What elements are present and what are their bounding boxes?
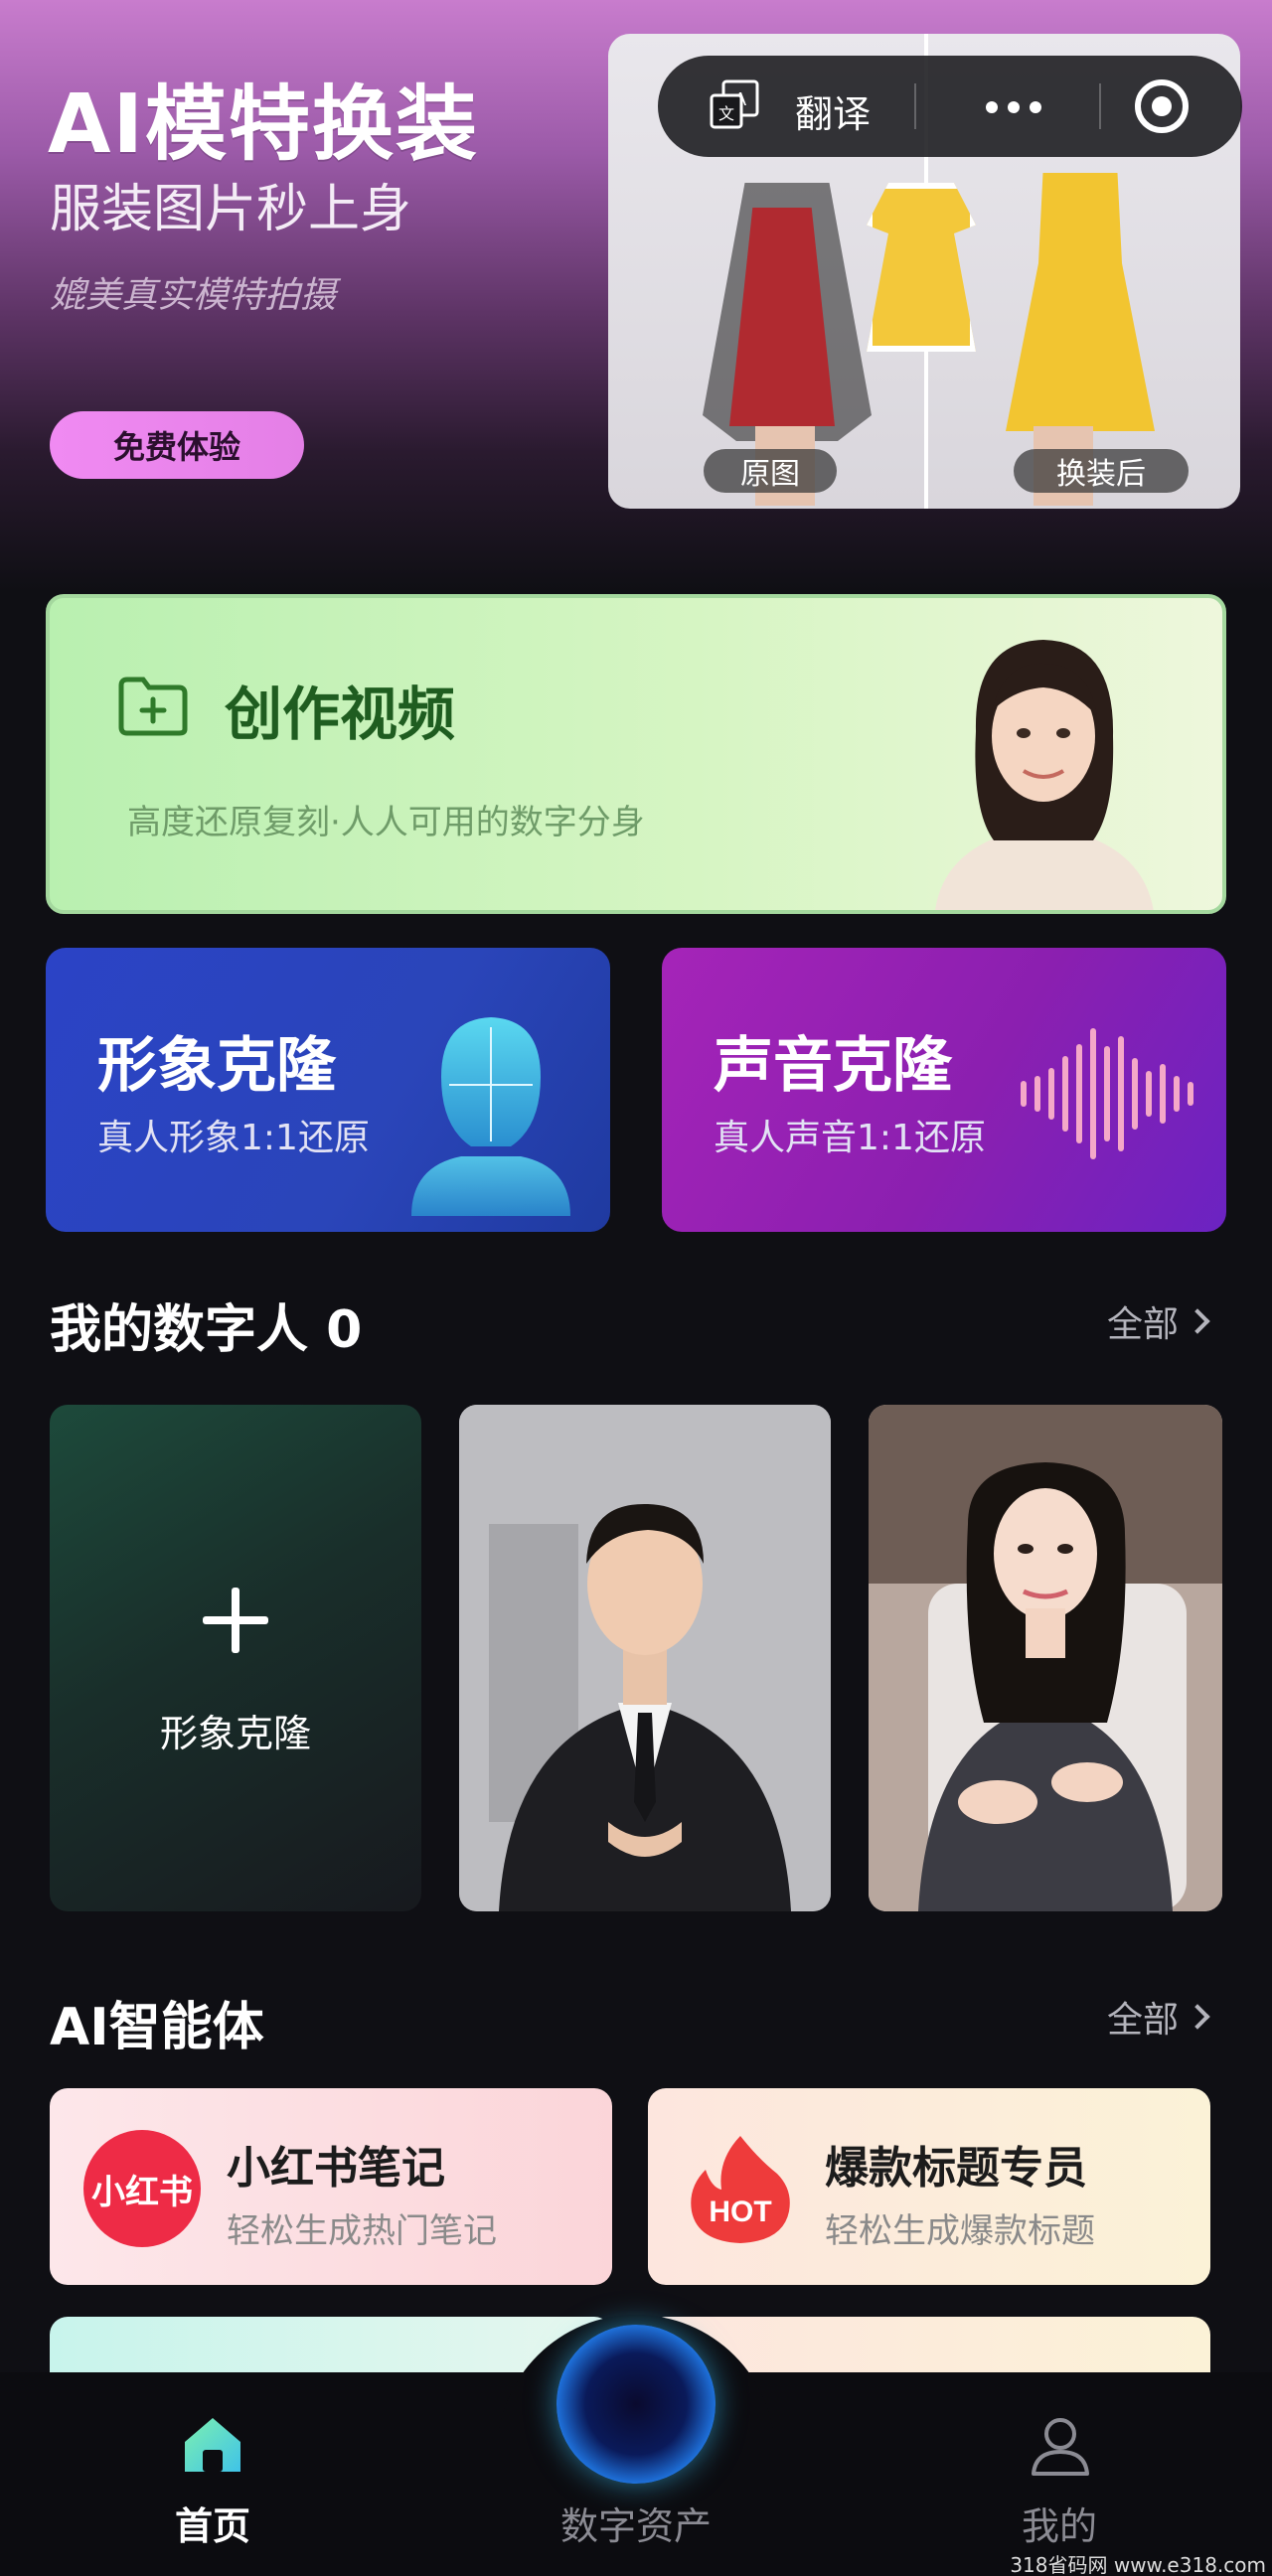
create-video-title: 创作视频	[225, 681, 456, 748]
digital-humans-view-all[interactable]: 全部	[1106, 1295, 1210, 1347]
man-in-suit-image	[459, 1405, 831, 1911]
hero-subtitle: 服装图片秒上身	[50, 180, 412, 239]
agent-title: 爆款标题专员	[825, 2143, 1087, 2194]
image-clone-card[interactable]: 形象克隆 真人形象1:1还原	[46, 948, 610, 1232]
target-circle-icon[interactable]	[1135, 79, 1189, 133]
voice-clone-card[interactable]: 声音克隆 真人声音1:1还原	[662, 948, 1226, 1232]
after-label: 换装后	[1014, 449, 1189, 493]
head-icon	[411, 1017, 570, 1216]
translate-icon[interactable]: A 文	[708, 77, 763, 133]
woman-livestream-image	[869, 1405, 1222, 1911]
view-all-label: 全部	[1106, 1304, 1179, 1345]
hot-logo-text: HOT	[709, 2196, 771, 2228]
agent-description: 轻松生成热门笔记	[227, 2211, 497, 2251]
digital-human-template-woman[interactable]	[869, 1405, 1222, 1911]
free-trial-button[interactable]: 免费体验	[50, 411, 304, 479]
capsule-separator	[1099, 83, 1101, 129]
agent-card-xiaohongshu[interactable]: 小红书 小红书笔记 轻松生成热门笔记	[50, 2088, 612, 2285]
nav-assets-label: 数字资产	[559, 2504, 712, 2548]
agent-description: 轻松生成爆款标题	[825, 2211, 1095, 2251]
plus-icon	[199, 1584, 272, 1657]
chevron-right-icon	[1185, 2004, 1210, 2030]
before-label: 原图	[704, 449, 837, 493]
folder-plus-icon	[118, 677, 188, 736]
voice-clone-description: 真人声音1:1还原	[714, 1118, 986, 1158]
translate-label[interactable]: 翻译	[795, 83, 871, 138]
more-dots-icon[interactable]	[986, 101, 1041, 113]
agent-title: 小红书笔记	[227, 2143, 445, 2194]
xiaohongshu-logo-icon: 小红书	[83, 2130, 201, 2247]
after-outfit-dress	[1006, 173, 1155, 431]
garment-cutout	[867, 183, 976, 352]
image-clone-title: 形象克隆	[97, 1031, 336, 1101]
svg-text:文: 文	[718, 104, 734, 123]
chevron-right-icon	[1185, 1308, 1210, 1334]
voice-clone-title: 声音克隆	[714, 1031, 952, 1101]
create-video-description: 高度还原复刻·人人可用的数字分身	[127, 803, 645, 842]
agent-card-hot-title[interactable]: HOT 爆款标题专员 轻松生成爆款标题	[648, 2088, 1210, 2285]
image-clone-description: 真人形象1:1还原	[97, 1118, 370, 1158]
create-video-banner[interactable]: 创作视频 高度还原复刻·人人可用的数字分身	[46, 594, 1226, 914]
orb-icon[interactable]	[556, 2325, 716, 2484]
ai-agents-view-all[interactable]: 全部	[1106, 1991, 1210, 2043]
sound-wave-icon	[1021, 1028, 1193, 1159]
view-all-label: 全部	[1106, 2000, 1179, 2041]
nav-home-label: 首页	[174, 2504, 250, 2548]
add-digital-human-card[interactable]: 形象克隆	[50, 1405, 421, 1911]
digital-avatar-woman-image	[935, 640, 1154, 910]
miniprogram-capsule: A 文 翻译	[658, 56, 1242, 157]
digital-humans-title: 我的数字人 0	[50, 1300, 363, 1360]
watermark: 318省码网 www.e318.com	[1010, 2553, 1266, 2576]
capsule-separator	[914, 83, 916, 129]
hero-title: AI模特换装	[48, 77, 479, 172]
nav-mine-label: 我的	[1021, 2504, 1097, 2548]
hot-flame-icon: HOT	[691, 2136, 790, 2243]
home-icon	[185, 2418, 240, 2472]
hero-description: 媲美真实模特拍摄	[50, 275, 337, 316]
user-icon	[1032, 2418, 1089, 2476]
add-digital-human-label: 形象克隆	[159, 1712, 311, 1755]
ai-agents-title: AI智能体	[50, 1998, 264, 2057]
digital-human-template-man[interactable]	[459, 1405, 831, 1911]
